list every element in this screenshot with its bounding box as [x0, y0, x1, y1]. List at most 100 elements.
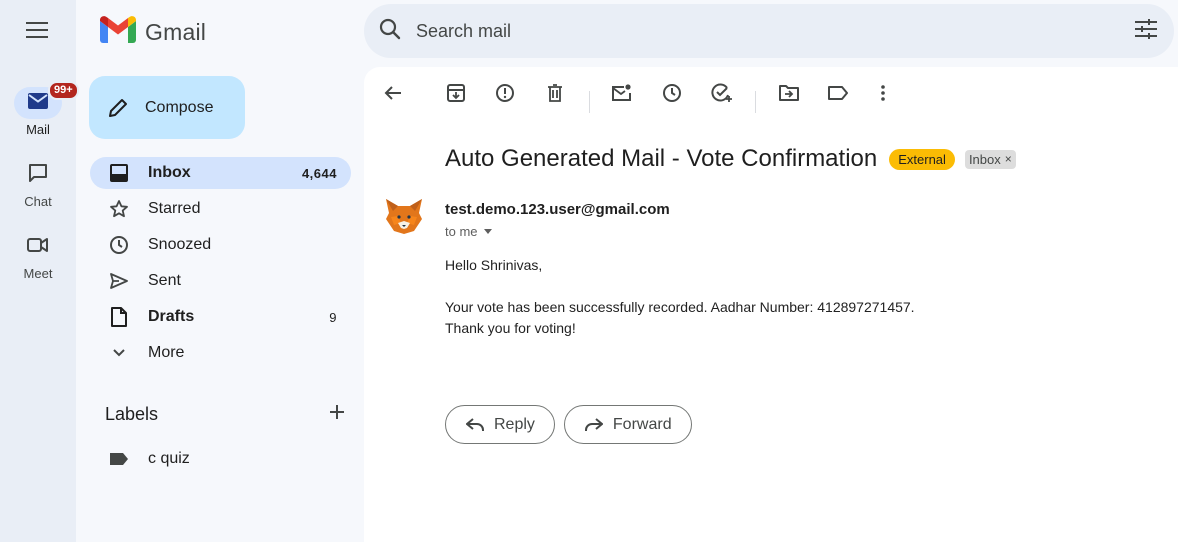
body-line: Your vote has been successfully recorded…: [445, 299, 915, 315]
chat-icon: [28, 163, 48, 188]
rail-item-label: Mail: [26, 122, 50, 137]
search-input[interactable]: [416, 20, 1118, 42]
label-name: c quiz: [148, 450, 190, 467]
add-to-tasks-icon: [711, 83, 733, 108]
move-to-button[interactable]: [771, 77, 807, 113]
forward-arrow-icon: [584, 417, 603, 432]
mark-unread-button[interactable]: [604, 77, 640, 113]
nav-label: More: [148, 344, 185, 361]
send-icon: [90, 272, 148, 290]
fox-avatar-icon: [384, 197, 424, 240]
archive-icon: [447, 83, 465, 107]
unread-count-badge: 99+: [48, 81, 79, 100]
reply-button[interactable]: Reply: [445, 405, 555, 444]
archive-button[interactable]: [438, 77, 474, 113]
rail-item-label: Meet: [23, 266, 53, 281]
caret-down-icon: [483, 229, 492, 234]
draft-file-icon: [90, 307, 148, 327]
pencil-icon: [107, 97, 129, 119]
compose-button[interactable]: Compose: [89, 76, 245, 139]
hamburger-menu-icon: [26, 21, 48, 43]
remove-label-button[interactable]: ×: [1005, 152, 1012, 166]
add-to-tasks-button[interactable]: [704, 77, 740, 113]
more-options-button[interactable]: [865, 77, 901, 113]
subject-row: Auto Generated Mail - Vote Confirmation …: [445, 145, 1016, 173]
sender-avatar[interactable]: [384, 198, 424, 238]
nav-item-sent[interactable]: Sent: [90, 265, 351, 297]
main-menu-button[interactable]: [17, 12, 57, 52]
report-spam-icon: [496, 83, 514, 107]
search-options-button[interactable]: [1118, 18, 1174, 44]
labels-button[interactable]: [820, 77, 856, 113]
delete-button[interactable]: [537, 77, 573, 113]
inbox-count: 4,644: [301, 165, 337, 181]
nav-item-inbox[interactable]: Inbox 4,644: [90, 157, 351, 189]
labels-header: Labels: [105, 404, 345, 425]
snooze-icon: [662, 83, 682, 108]
nav-label: Snoozed: [148, 236, 212, 253]
recipient-details-toggle[interactable]: to me: [445, 224, 492, 239]
external-badge: External: [889, 148, 955, 170]
snooze-button[interactable]: [654, 77, 690, 113]
forward-label: Forward: [612, 415, 672, 433]
compose-label: Compose: [145, 98, 214, 116]
rail-chat-pill: [14, 159, 62, 191]
back-button[interactable]: [375, 77, 411, 113]
clock-icon: [90, 235, 148, 255]
search-bar: [364, 4, 1174, 58]
mailbox-nav: Inbox 4,644 Starred Snoozed Sent Drafts …: [90, 157, 351, 373]
email-body: Hello Shrinivas, Your vote has been succ…: [445, 255, 915, 339]
message-view: Auto Generated Mail - Vote Confirmation …: [364, 67, 1178, 542]
video-camera-icon: [27, 237, 49, 258]
nav-item-starred[interactable]: Starred: [90, 193, 351, 225]
nav-item-more[interactable]: More: [90, 337, 351, 369]
search-button[interactable]: [364, 18, 416, 45]
rail-item-label: Chat: [24, 194, 52, 209]
nav-label: Sent: [148, 272, 181, 289]
nav-label: Drafts: [148, 308, 195, 325]
rail-item-mail[interactable]: 99+ Mail: [0, 81, 79, 137]
inbox-icon: [90, 164, 148, 182]
delete-icon: [547, 83, 563, 107]
back-arrow-icon: [384, 85, 402, 106]
rail-item-meet[interactable]: Meet: [0, 231, 76, 281]
nav-label: Starred: [148, 200, 201, 217]
gmail-logo[interactable]: Gmail: [100, 16, 206, 48]
sender-email[interactable]: test.demo.123.user@gmail.com: [445, 201, 670, 218]
drafts-count: 9: [329, 309, 337, 325]
email-subject: Auto Generated Mail - Vote Confirmation: [445, 145, 878, 172]
nav-item-snoozed[interactable]: Snoozed: [90, 229, 351, 261]
search-icon: [379, 18, 401, 45]
gmail-wordmark: Gmail: [145, 18, 207, 45]
inbox-label-chip: Inbox ×: [964, 149, 1016, 169]
navigation-rail: 99+ Mail Chat Meet: [0, 0, 79, 542]
chevron-down-icon: [90, 348, 148, 358]
more-vert-icon: [881, 84, 885, 106]
report-spam-button[interactable]: [487, 77, 523, 113]
reply-actions: Reply Forward: [445, 405, 701, 444]
label-item-c-quiz[interactable]: c quiz: [90, 443, 351, 475]
reply-label: Reply: [494, 415, 535, 433]
nav-item-drafts[interactable]: Drafts 9: [90, 301, 351, 333]
message-toolbar: [364, 77, 1178, 113]
recipient-label: to me: [445, 224, 478, 239]
mail-icon: [28, 92, 48, 114]
labels-heading: Labels: [105, 404, 159, 424]
label-icon: [828, 85, 848, 105]
nav-label: Inbox: [148, 164, 191, 181]
toolbar-divider: [755, 91, 756, 113]
create-label-button[interactable]: [329, 404, 345, 425]
body-line: Thank you for voting!: [445, 320, 576, 336]
star-icon: [90, 199, 148, 219]
filter-sliders-icon: [1135, 18, 1157, 44]
reply-arrow-icon: [466, 417, 484, 432]
gmail-m-icon: [100, 16, 136, 48]
rail-meet-pill: [14, 231, 62, 263]
forward-button[interactable]: Forward: [563, 405, 692, 444]
toolbar-divider: [589, 91, 590, 113]
rail-item-chat[interactable]: Chat: [0, 159, 76, 209]
body-greeting: Hello Shrinivas,: [445, 257, 543, 273]
plus-icon: [329, 405, 345, 424]
label-tag-icon: [90, 452, 148, 466]
